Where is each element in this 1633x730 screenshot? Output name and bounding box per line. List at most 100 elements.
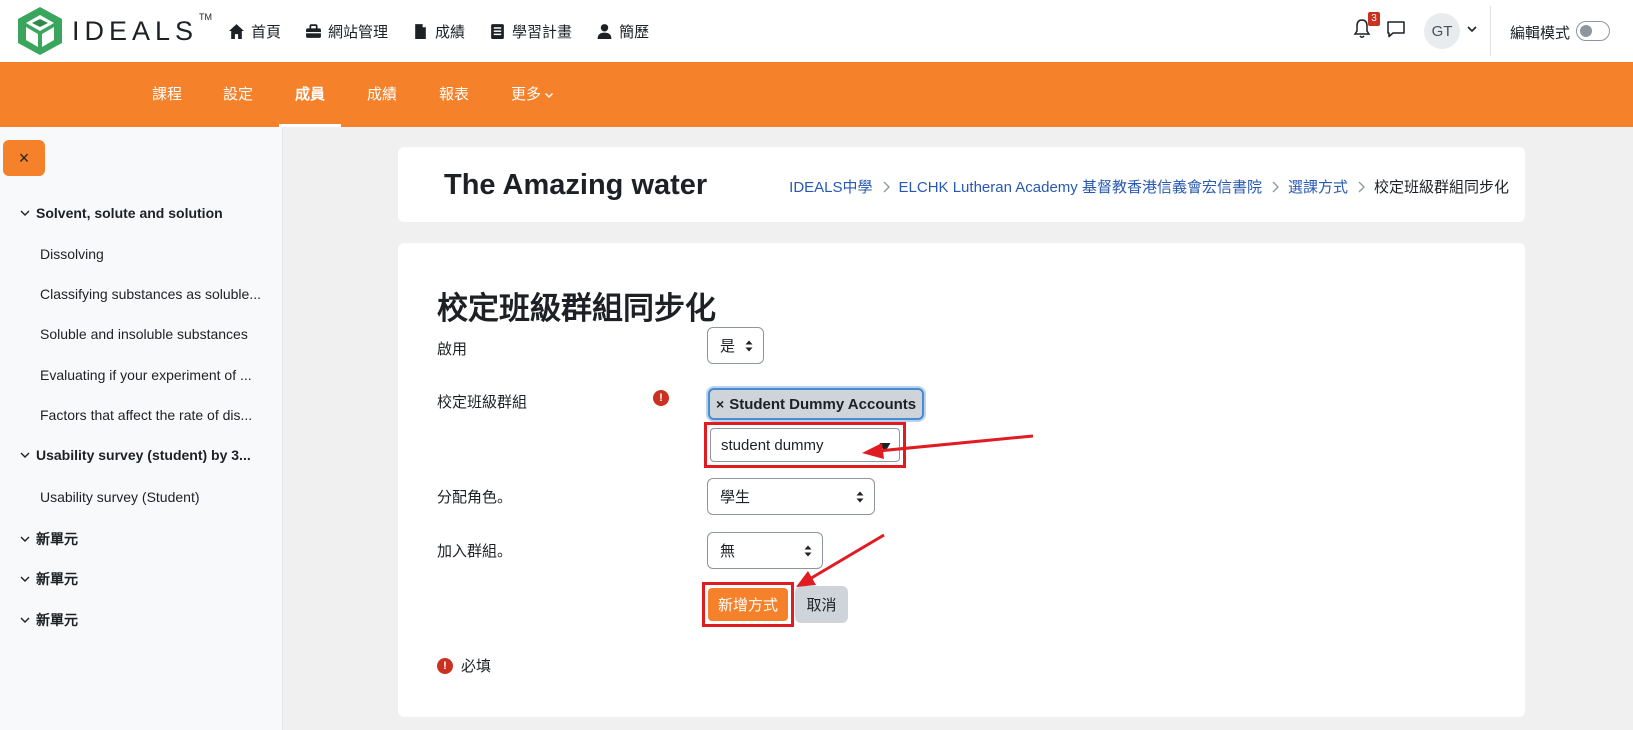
tab-grades[interactable]: 成績 <box>367 62 397 127</box>
course-activity[interactable]: Classifying substances as soluble... <box>40 286 261 302</box>
toolbox-icon <box>306 23 321 38</box>
edit-mode-label: 編輯模式 <box>1510 25 1571 42</box>
enrolment-method-form: 校定班級群組同步化 啟用 是 校定班級群組 ! × Student Dummy … <box>398 243 1525 717</box>
chevron-down-icon <box>545 93 554 99</box>
course-activity[interactable]: Dissolving <box>40 246 104 262</box>
breadcrumb-link[interactable]: ELCHK Lutheran Academy 基督教香港信義會宏信書院 <box>899 176 1262 197</box>
chevron-down-icon[interactable] <box>1466 23 1478 35</box>
notification-count-badge: 3 <box>1368 12 1380 26</box>
selected-cohort-label: Student Dummy Accounts <box>729 395 917 413</box>
chevron-right-icon <box>1272 181 1279 192</box>
tab-course[interactable]: 課程 <box>152 62 182 127</box>
group-select[interactable]: 無 <box>707 532 823 569</box>
chevron-down-icon <box>20 210 30 216</box>
page-header: The Amazing water IDEALS中學 ELCHK Luthera… <box>398 147 1525 222</box>
chevron-right-icon <box>883 181 890 192</box>
nav-grades[interactable]: 成績 <box>412 21 465 42</box>
course-section[interactable]: Solvent, solute and solution <box>20 205 223 221</box>
messages-icon[interactable] <box>1386 19 1406 39</box>
tab-settings[interactable]: 設定 <box>223 62 253 127</box>
site-logo[interactable]: IDEALS TM <box>16 4 213 58</box>
enable-label: 啟用 <box>437 341 468 358</box>
sort-arrows-icon <box>856 491 864 503</box>
required-icon: ! <box>653 390 669 406</box>
trademark: TM <box>199 11 213 22</box>
required-legend: ! 必填 <box>437 655 491 676</box>
chevron-down-icon <box>20 576 30 582</box>
nav-site-admin[interactable]: 網站管理 <box>305 21 388 42</box>
role-label: 分配角色。 <box>437 489 513 506</box>
nav-site-admin-label: 網站管理 <box>328 23 389 41</box>
tab-more[interactable]: 更多 <box>511 62 554 127</box>
enable-select-value: 是 <box>720 338 736 355</box>
group-label: 加入群組。 <box>437 543 513 560</box>
cancel-button[interactable]: 取消 <box>795 586 848 623</box>
section-label: 新單元 <box>36 612 78 628</box>
file-icon <box>415 23 426 39</box>
section-label: Usability survey (student) by 3... <box>36 447 251 463</box>
chevron-down-icon <box>20 536 30 542</box>
required-legend-text: 必填 <box>461 658 492 675</box>
course-title: The Amazing water <box>444 169 708 201</box>
user-icon <box>597 23 612 39</box>
chevron-down-icon <box>20 452 30 458</box>
group-select-value: 無 <box>720 543 736 560</box>
nav-home[interactable]: 首頁 <box>228 21 281 42</box>
required-icon: ! <box>437 657 453 674</box>
cohort-search-value: student dummy <box>721 436 824 454</box>
tab-participants[interactable]: 成員 <box>278 62 342 127</box>
course-secondary-nav: 課程 設定 成員 成績 報表 更多 <box>0 62 1633 127</box>
brand-name: IDEALS TM <box>72 11 213 46</box>
ideals-logo-icon <box>18 7 62 55</box>
selected-cohort-tag[interactable]: × Student Dummy Accounts <box>708 388 925 420</box>
sort-arrows-icon <box>804 545 812 557</box>
nav-learning-plans-label: 學習計畫 <box>512 23 573 41</box>
nav-profile-label: 簡歷 <box>619 23 650 41</box>
section-label: 新單元 <box>36 531 78 547</box>
page-title: 校定班級群組同步化 <box>437 291 716 326</box>
cohort-search-highlight: student dummy <box>704 422 906 468</box>
navbar-divider <box>1490 6 1491 56</box>
course-activity[interactable]: Evaluating if your experiment of ... <box>40 367 252 383</box>
section-label: 新單元 <box>36 571 78 587</box>
chevron-right-icon <box>1358 181 1365 192</box>
add-method-button[interactable]: 新增方式 <box>708 588 788 621</box>
primary-navigation: 首頁 網站管理 成績 學習計畫 簡歷 <box>228 0 649 62</box>
course-activity[interactable]: Soluble and insoluble substances <box>40 326 248 342</box>
home-icon <box>229 23 244 39</box>
user-avatar[interactable]: GT <box>1424 13 1460 49</box>
submit-highlight: 新增方式 <box>702 582 794 627</box>
notebook-icon <box>491 23 504 39</box>
tab-more-label: 更多 <box>511 86 542 103</box>
section-label: Solvent, solute and solution <box>36 205 223 221</box>
sort-arrows-icon <box>745 340 753 352</box>
course-section[interactable]: Usability survey (student) by 3... <box>20 447 251 463</box>
course-section[interactable]: 新單元 <box>20 610 78 630</box>
caret-down-icon[interactable] <box>879 441 891 453</box>
cohort-search-input[interactable]: student dummy <box>710 428 900 462</box>
close-icon: × <box>18 147 30 168</box>
nav-grades-label: 成績 <box>435 23 466 41</box>
role-select-value: 學生 <box>720 489 751 506</box>
nav-home-label: 首頁 <box>251 23 282 41</box>
tab-reports[interactable]: 報表 <box>439 62 469 127</box>
top-navbar: IDEALS TM 首頁 網站管理 成績 學習計畫 簡歷 3 GT 編輯模式 <box>0 0 1633 62</box>
nav-learning-plans[interactable]: 學習計畫 <box>489 21 572 42</box>
breadcrumb-link[interactable]: 選課方式 <box>1288 176 1348 197</box>
close-drawer-button[interactable]: × <box>3 140 45 176</box>
chevron-down-icon <box>20 617 30 623</box>
edit-mode-toggle[interactable] <box>1576 21 1610 41</box>
breadcrumb-link[interactable]: IDEALS中學 <box>789 176 872 197</box>
cohort-label: 校定班級群組 <box>437 394 528 411</box>
course-activity[interactable]: Usability survey (Student) <box>40 489 200 505</box>
course-section[interactable]: 新單元 <box>20 529 78 549</box>
role-select[interactable]: 學生 <box>707 478 875 515</box>
nav-profile[interactable]: 簡歷 <box>596 21 649 42</box>
breadcrumb: IDEALS中學 ELCHK Lutheran Academy 基督教香港信義會… <box>789 176 1509 197</box>
course-activity[interactable]: Factors that affect the rate of dis... <box>40 407 252 423</box>
enable-select[interactable]: 是 <box>707 327 764 364</box>
breadcrumb-current: 校定班級群組同步化 <box>1373 179 1509 196</box>
remove-icon[interactable]: × <box>716 396 724 412</box>
course-index-drawer: × Solvent, solute and solution Dissolvin… <box>0 127 283 730</box>
course-section[interactable]: 新單元 <box>20 569 78 589</box>
